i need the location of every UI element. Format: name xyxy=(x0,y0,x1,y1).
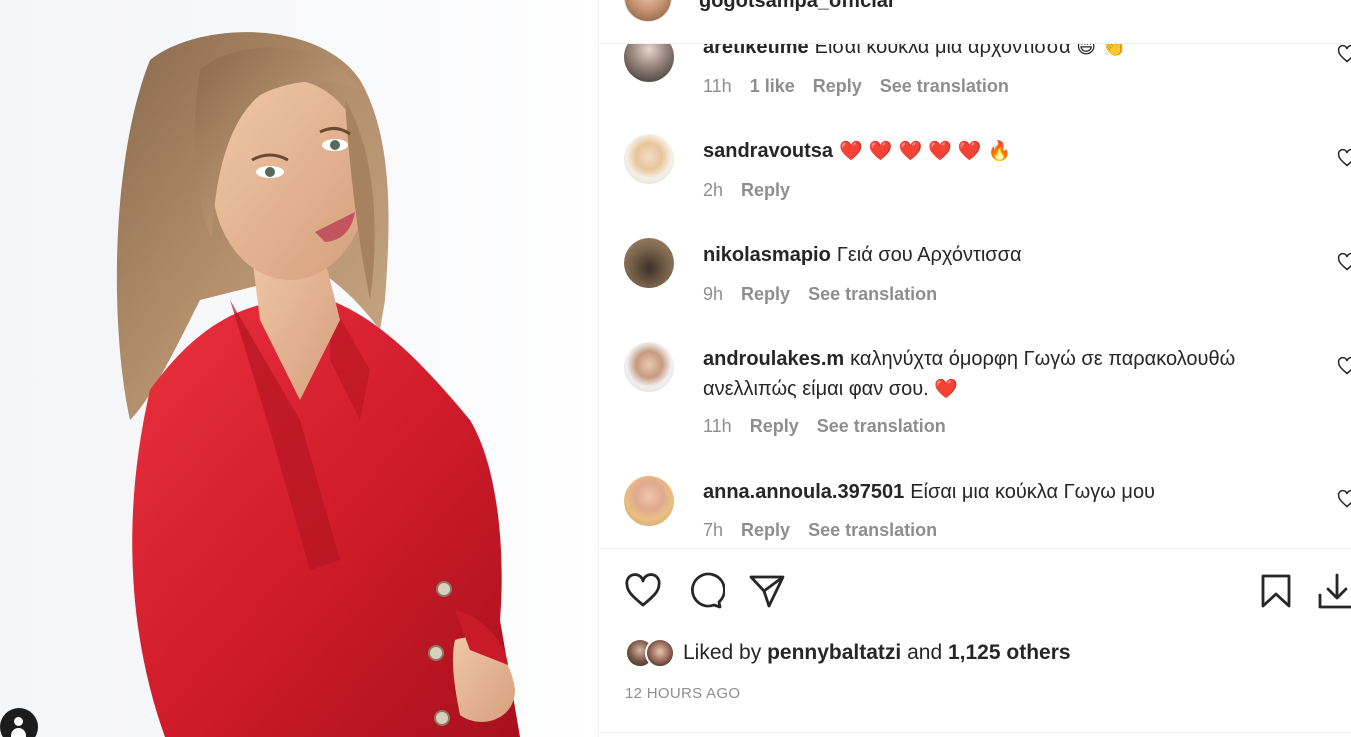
comment-meta: 11h Reply See translation xyxy=(703,416,964,437)
avatar[interactable] xyxy=(624,134,674,184)
see-translation-button[interactable]: See translation xyxy=(808,520,937,540)
comment-text-block: nikolasmapio Γειά σου Αρχόντισσα xyxy=(703,240,1303,270)
comment-emoji: ❤️ ❤️ ❤️ ❤️ ❤️ 🔥 xyxy=(839,140,1012,162)
comment-time[interactable]: 2h xyxy=(703,180,723,200)
comment-time[interactable]: 9h xyxy=(703,284,723,304)
comment-meta: 7h Reply See translation xyxy=(703,520,955,541)
reply-button[interactable]: Reply xyxy=(741,180,790,200)
comment-text: Γειά σου Αρχόντισσα xyxy=(836,244,1022,266)
liker-avatar[interactable] xyxy=(645,638,675,668)
author-username[interactable]: gogotsampa_official xyxy=(699,0,893,13)
comment-time[interactable]: 11h xyxy=(703,416,732,436)
avatar[interactable] xyxy=(624,476,674,526)
avatar[interactable] xyxy=(624,238,674,288)
post-header: gogotsampa_official xyxy=(599,0,1351,44)
comment-username[interactable]: nikolasmapio xyxy=(703,244,831,266)
see-translation-button[interactable]: See translation xyxy=(817,416,946,436)
liked-by-joiner: and xyxy=(907,641,943,664)
liked-by-user[interactable]: pennybaltatzi xyxy=(767,641,901,664)
likes-others-count[interactable]: 1,125 others xyxy=(948,641,1071,664)
comment-meta: 11h 1 like Reply See translation xyxy=(703,76,1027,97)
comment-bubble-icon[interactable] xyxy=(685,571,725,611)
comment-text: Είσαι μια κούκλα Γωγω μου xyxy=(910,481,1155,503)
woman-in-red-blazer-photo xyxy=(116,32,521,737)
author-avatar[interactable] xyxy=(624,0,672,22)
see-translation-button[interactable]: See translation xyxy=(880,76,1009,96)
comment-meta: 9h Reply See translation xyxy=(703,284,955,305)
download-icon[interactable] xyxy=(1317,571,1351,611)
comment-username[interactable]: anna.annoula.397501 xyxy=(703,481,904,503)
comment-text-block: anna.annoula.397501 Είσαι μια κούκλα Γωγω… xyxy=(703,477,1303,507)
comment-time[interactable]: 7h xyxy=(703,520,723,540)
reply-button[interactable]: Reply xyxy=(741,520,790,540)
comment-emoji: ❤️ xyxy=(934,378,958,400)
add-comment-divider xyxy=(599,732,1351,733)
comment-heart-icon[interactable] xyxy=(1337,252,1351,272)
paper-plane-icon[interactable] xyxy=(747,571,787,611)
comment-meta: 2h Reply xyxy=(703,180,808,201)
comment-username[interactable]: androulakes.m xyxy=(703,348,844,370)
reply-button[interactable]: Reply xyxy=(741,284,790,304)
comment-heart-icon[interactable] xyxy=(1337,148,1351,168)
comment-time[interactable]: 11h xyxy=(703,76,732,96)
see-translation-button[interactable]: See translation xyxy=(808,284,937,304)
comment-text-block: sandravoutsa ❤️ ❤️ ❤️ ❤️ ❤️ 🔥 xyxy=(703,136,1303,166)
comment-like-count[interactable]: 1 like xyxy=(750,76,795,96)
liked-by-prefix: Liked by xyxy=(683,641,762,664)
comment-username[interactable]: sandravoutsa xyxy=(703,140,833,162)
comment-heart-icon[interactable] xyxy=(1337,44,1351,64)
reply-button[interactable]: Reply xyxy=(813,76,862,96)
comment-text-block: androulakes.m καληνύχτα όμορφη Γωγώ σε πα… xyxy=(703,344,1303,404)
post-actions: Liked by pennybaltatzi and 1,125 others … xyxy=(599,549,1351,737)
heart-outline-icon[interactable] xyxy=(623,571,663,611)
comment-heart-icon[interactable] xyxy=(1337,356,1351,376)
bookmark-icon[interactable] xyxy=(1256,571,1296,611)
liked-by-row: Liked by pennybaltatzi and 1,125 others xyxy=(625,637,1071,669)
comment-heart-icon[interactable] xyxy=(1337,489,1351,509)
reply-button[interactable]: Reply xyxy=(750,416,799,436)
avatar[interactable] xyxy=(624,342,674,392)
post-timestamp[interactable]: 12 HOURS AGO xyxy=(625,685,740,702)
post-photo[interactable] xyxy=(0,0,598,737)
comments-list[interactable]: aretiketime Είσαι κούκλα μια αρχόντισσα 😄… xyxy=(599,0,1351,548)
liked-by-text: Liked by pennybaltatzi and 1,125 others xyxy=(683,641,1071,665)
